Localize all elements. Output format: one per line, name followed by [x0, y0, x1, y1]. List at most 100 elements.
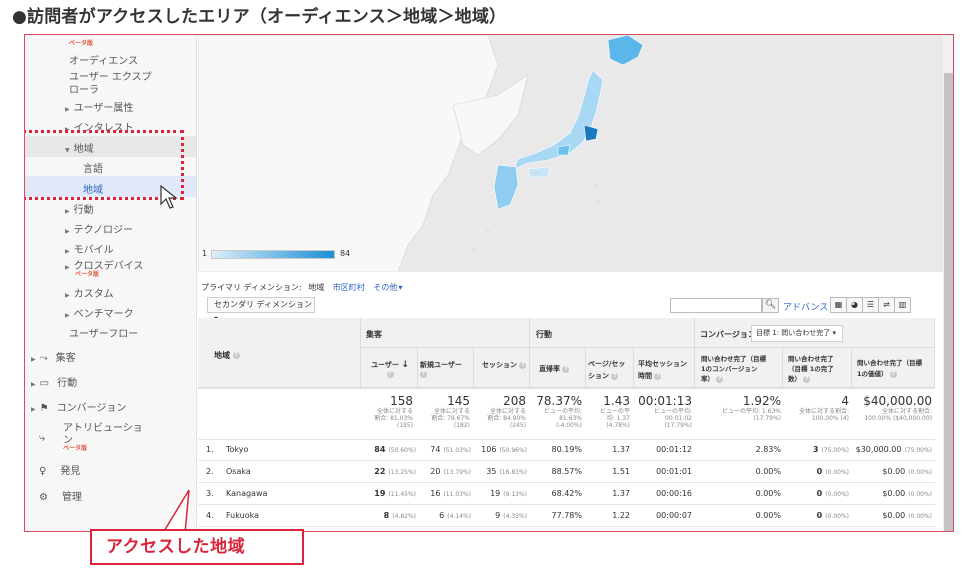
sidebar-item-label: ベンチマーク — [73, 309, 134, 320]
pivot-view-icon[interactable]: ▥ — [894, 297, 911, 313]
cell-value: 77.78% — [551, 511, 582, 520]
goal-select-label: 目標 1: 問い合わせ完了 — [756, 329, 831, 337]
pie-view-icon[interactable]: ◕ — [846, 297, 863, 313]
column-header-completions: 問い合わせ完了 （目標 1の完了 数） ? — [788, 354, 850, 384]
row-bounce: 88.57% — [530, 467, 582, 476]
expand-icon: ▶ — [31, 381, 36, 388]
header-label: 数） — [788, 375, 801, 383]
row-region-name[interactable]: Osaka — [226, 467, 346, 476]
search-icon[interactable]: 🔍︎ — [762, 298, 779, 313]
sidebar-item-label: モバイル — [73, 245, 114, 256]
help-icon[interactable]: ? — [232, 352, 240, 359]
help-icon[interactable]: ? — [803, 375, 811, 383]
sort-arrow-icon[interactable]: ↓ — [401, 360, 409, 370]
advanced-filter-link[interactable]: アドバンス — [783, 300, 828, 313]
sidebar-item-label: 発見 — [60, 466, 81, 477]
geo-map[interactable] — [197, 35, 943, 273]
total-value: 4 — [841, 394, 849, 408]
cell-value: 1.22 — [612, 511, 630, 520]
goal-select[interactable]: 目標 1: 問い合わせ完了 ▾ — [751, 325, 843, 342]
help-icon[interactable]: ? — [386, 370, 394, 378]
sidebar-item-conversion[interactable]: ▶ ⚑ コンバージョン — [31, 399, 126, 414]
total-sub: (245) — [509, 422, 526, 429]
dimension-other-link[interactable]: その他 — [373, 283, 397, 292]
cell-value: 1.37 — [612, 489, 630, 498]
japan-map[interactable] — [197, 35, 943, 273]
cell-value: 2. — [206, 467, 214, 476]
table-search-input[interactable] — [670, 298, 762, 313]
total-conversion-rate: 1.92% ビューの平均: 1.63% (17.79%) — [695, 394, 781, 422]
scrollbar-thumb[interactable] — [944, 73, 953, 531]
row-divider — [198, 526, 935, 527]
row-region-name[interactable]: Kanagawa — [226, 489, 346, 498]
cell-value: 16 — [430, 489, 441, 498]
cell-percent: (75.00%) — [904, 447, 932, 454]
cell-percent: (9.13%) — [503, 491, 527, 498]
table-view-icon[interactable]: ▦ — [830, 297, 847, 313]
row-completions: 3 (75.00%) — [783, 445, 849, 454]
map-legend-bar — [211, 250, 335, 259]
scrollbar[interactable] — [943, 35, 953, 531]
help-icon[interactable]: ? — [889, 370, 897, 378]
sidebar-item-audience[interactable]: オーディエンス — [69, 52, 138, 67]
total-sub: ビューの平均: — [653, 408, 692, 415]
cell-value: Fukuoka — [226, 511, 259, 520]
help-icon[interactable]: ? — [611, 372, 619, 380]
primary-dimension-bar: プライマリ ディメンション: 地域 市区町村 その他▾ — [201, 282, 402, 293]
row-region-name[interactable]: Fukuoka — [226, 511, 346, 520]
sidebar-item-user-attributes[interactable]: ▶ ユーザー属性 — [65, 99, 133, 114]
sidebar-item-mobile[interactable]: ▶ モバイル — [65, 241, 114, 256]
help-icon[interactable]: ? — [562, 365, 570, 373]
help-icon[interactable]: ? — [716, 375, 724, 383]
dimension-city-link[interactable]: 市区町村 — [333, 283, 365, 292]
secondary-dimension-select[interactable]: セカンダリ ディメンション ▾ — [207, 297, 315, 323]
total-sub: (182) — [453, 422, 470, 429]
page-title: ●訪問者がアクセスしたエリア（オーディエンス＞地域＞地域） — [12, 7, 507, 27]
table-row[interactable]: 3. Kanagawa 19 (11.45%) 16 (11.03%) 19 (9.13%) 6… — [198, 483, 935, 505]
header-label: 1のコンバージョン — [701, 365, 758, 373]
row-completions: 0 (0.00%) — [783, 489, 849, 498]
group-header-conversion: コンバージョン — [700, 330, 756, 339]
sidebar-item-user-explorer-cont[interactable]: ローラ — [69, 81, 99, 96]
sidebar-item-technology[interactable]: ▶ テクノロジー — [65, 221, 133, 236]
expand-icon: ▶ — [65, 248, 70, 255]
cell-percent: (16.83%) — [499, 469, 527, 476]
total-value: 78.37% — [536, 394, 582, 408]
performance-view-icon[interactable]: ☰ — [862, 297, 879, 313]
sidebar-item-discover[interactable]: ♀ 発見 — [39, 462, 80, 477]
chevron-down-icon: ▾ — [398, 283, 403, 292]
cell-percent: (0.00%) — [908, 469, 932, 476]
help-icon[interactable]: ? — [420, 370, 427, 378]
cell-value: 00:01:12 — [656, 445, 692, 454]
table-row[interactable]: 2. Osaka 22 (13.25%) 20 (13.79%) 35 (16.83%) 88.… — [198, 461, 935, 483]
table-row[interactable]: 1. Tokyo 84 (50.60%) 74 (51.03%) 106 (50.96%) 80… — [198, 439, 935, 461]
cell-percent: (51.03%) — [443, 447, 471, 454]
help-icon[interactable]: ? — [519, 361, 527, 369]
cell-value: $0.00 — [882, 511, 906, 520]
total-sub: (17.79%) — [753, 415, 781, 422]
beta-badge: ベータ版 — [75, 271, 100, 278]
table-row[interactable]: 4. Fukuoka 8 (4.82%) 6 (4.14%) 9 (4.33%) 77.78% 1… — [198, 505, 935, 527]
chevron-down-icon: ▾ — [832, 329, 837, 337]
cell-value: 68.42% — [551, 489, 582, 498]
sidebar-item-behavior[interactable]: ▶ ▭ 行動 — [31, 374, 77, 389]
help-icon[interactable]: ? — [654, 372, 662, 380]
cell-percent: (0.00%) — [825, 513, 849, 520]
sidebar-item-attribution[interactable]: アトリビューショ — [63, 419, 143, 434]
sidebar-item-benchmark[interactable]: ▶ ベンチマーク — [65, 305, 134, 320]
row-region-name[interactable]: Tokyo — [226, 445, 346, 454]
total-sub: (17.79%) — [664, 422, 692, 429]
cell-value: 106 — [481, 445, 497, 454]
sidebar-item-behavior-sub[interactable]: ▶ 行動 — [65, 201, 94, 216]
expand-icon: ▶ — [65, 312, 70, 319]
cell-value: Kanagawa — [226, 489, 268, 498]
sidebar-item-admin[interactable]: ⚙ 管理 — [39, 488, 82, 503]
behavior-icon: ▭ — [39, 378, 50, 389]
sidebar-item-acquisition[interactable]: ▶ ⤳ 集客 — [31, 349, 76, 364]
cell-percent: (50.60%) — [388, 447, 416, 454]
sidebar-item-user-flow[interactable]: ユーザーフロー — [69, 325, 138, 340]
comparison-view-icon[interactable]: ⇌ — [878, 297, 895, 313]
sidebar-item-label: カスタム — [73, 289, 114, 300]
total-value-amount: $40,000.00 — [863, 394, 932, 408]
sidebar-item-custom[interactable]: ▶ カスタム — [65, 285, 114, 300]
